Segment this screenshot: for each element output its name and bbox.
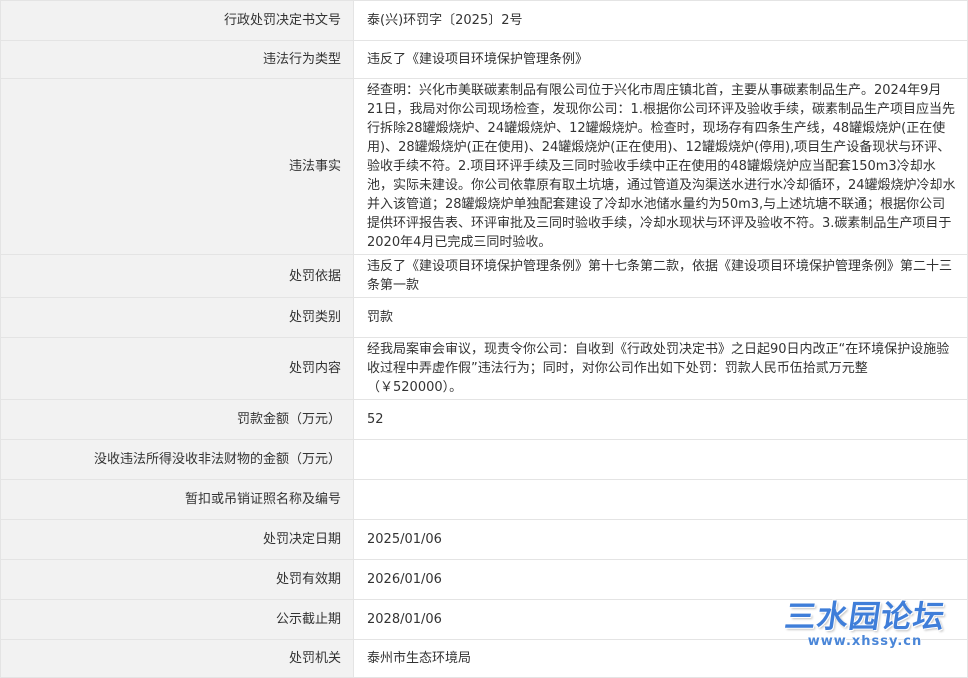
row-label: 处罚类别 [0, 297, 354, 338]
row-penalty-authority: 处罚机关 泰州市生态环境局 [0, 639, 968, 678]
row-value: 违反了《建设项目环境保护管理条例》 [353, 40, 968, 79]
row-value [353, 479, 968, 520]
row-value: 罚款 [353, 297, 968, 338]
row-label: 违法行为类型 [0, 40, 354, 79]
row-label: 处罚内容 [0, 337, 354, 400]
row-value: 2028/01/06 [353, 599, 968, 640]
row-label: 暂扣或吊销证照名称及编号 [0, 479, 354, 520]
row-value: 经查明：兴化市美联碳素制品有限公司位于兴化市周庄镇北首，主要从事碳素制品生产。2… [353, 78, 968, 255]
row-license-suspension: 暂扣或吊销证照名称及编号 [0, 479, 968, 520]
row-value: 泰州市生态环境局 [353, 639, 968, 678]
row-label: 处罚决定日期 [0, 519, 354, 560]
row-decision-number: 行政处罚决定书文号 泰(兴)环罚字〔2025〕2号 [0, 0, 968, 41]
row-decision-date: 处罚决定日期 2025/01/06 [0, 519, 968, 560]
row-value: 2026/01/06 [353, 559, 968, 600]
row-value: 2025/01/06 [353, 519, 968, 560]
row-fine-amount: 罚款金额（万元） 52 [0, 399, 968, 440]
row-violation-type: 违法行为类型 违反了《建设项目环境保护管理条例》 [0, 40, 968, 79]
row-label: 公示截止期 [0, 599, 354, 640]
row-label: 没收违法所得没收非法财物的金额（万元） [0, 439, 354, 480]
row-label: 处罚有效期 [0, 559, 354, 600]
row-value: 泰(兴)环罚字〔2025〕2号 [353, 0, 968, 41]
penalty-detail-table: 行政处罚决定书文号 泰(兴)环罚字〔2025〕2号 违法行为类型 违反了《建设项… [0, 0, 968, 678]
row-label: 处罚机关 [0, 639, 354, 678]
row-publicity-deadline: 公示截止期 2028/01/06 [0, 599, 968, 640]
row-penalty-content: 处罚内容 经我局案审会审议，现责令你公司：自收到《行政处罚决定书》之日起90日内… [0, 337, 968, 400]
row-label: 违法事实 [0, 78, 354, 255]
row-valid-until: 处罚有效期 2026/01/06 [0, 559, 968, 600]
row-penalty-category: 处罚类别 罚款 [0, 297, 968, 338]
row-label: 处罚依据 [0, 254, 354, 298]
row-value: 违反了《建设项目环境保护管理条例》第十七条第二款，依据《建设项目环境保护管理条例… [353, 254, 968, 298]
row-value: 52 [353, 399, 968, 440]
row-value: 经我局案审会审议，现责令你公司：自收到《行政处罚决定书》之日起90日内改正“在环… [353, 337, 968, 400]
row-value [353, 439, 968, 480]
row-confiscation-amount: 没收违法所得没收非法财物的金额（万元） [0, 439, 968, 480]
row-violation-facts: 违法事实 经查明：兴化市美联碳素制品有限公司位于兴化市周庄镇北首，主要从事碳素制… [0, 78, 968, 255]
row-label: 罚款金额（万元） [0, 399, 354, 440]
row-label: 行政处罚决定书文号 [0, 0, 354, 41]
row-penalty-basis: 处罚依据 违反了《建设项目环境保护管理条例》第十七条第二款，依据《建设项目环境保… [0, 254, 968, 298]
